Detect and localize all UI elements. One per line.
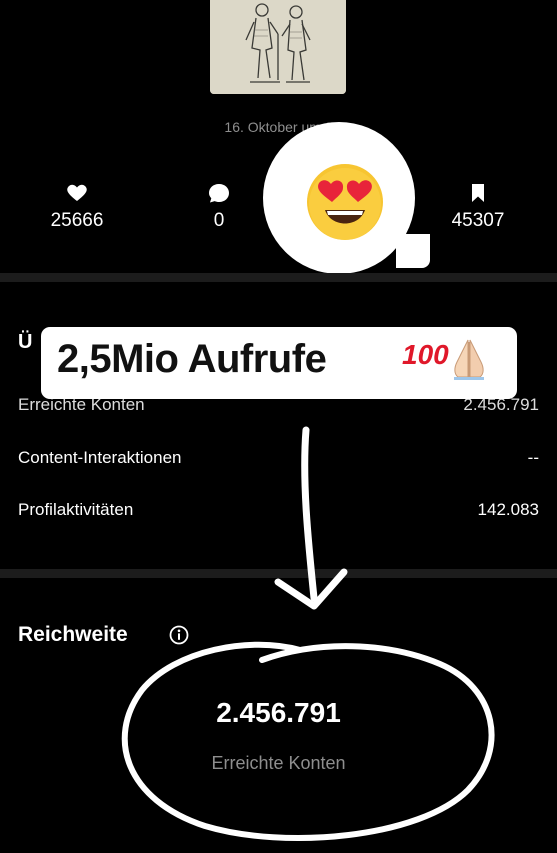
row-value: -- xyxy=(527,448,539,467)
reach-title: Reichweite xyxy=(18,623,128,646)
row-value: 142.083 xyxy=(477,500,539,519)
comments-stat[interactable]: 0 xyxy=(174,182,264,232)
row-label: Content-Interaktionen xyxy=(18,448,182,467)
bookmark-icon xyxy=(472,184,484,202)
saves-count: 45307 xyxy=(451,210,505,231)
folded-hands-emoji xyxy=(454,339,484,380)
hundred-emoji: 100 xyxy=(402,339,449,370)
row-label: Profilaktivitäten xyxy=(18,500,134,519)
info-icon[interactable] xyxy=(168,624,190,646)
overview-heading: Ü xyxy=(18,331,33,353)
likes-count: 25666 xyxy=(50,210,104,231)
reach-value: 2.456.791 xyxy=(216,697,341,728)
sketch-illustration xyxy=(210,0,346,94)
saves-stat[interactable]: 45307 xyxy=(433,182,523,232)
post-thumbnail[interactable] xyxy=(210,0,346,94)
post-date: 16. Oktober um 0 xyxy=(224,119,333,135)
comment-icon xyxy=(209,184,229,203)
reach-label: Erreichte Konten xyxy=(211,753,346,773)
sticker-text: 2,5Mio Aufrufe xyxy=(57,337,327,381)
likes-stat[interactable]: 25666 xyxy=(32,182,122,232)
heart-eyes-emoji xyxy=(307,164,383,240)
section-divider-top xyxy=(0,273,557,282)
section-divider-bottom xyxy=(0,569,557,578)
heart-icon xyxy=(67,184,87,201)
comments-count: 0 xyxy=(213,210,225,231)
